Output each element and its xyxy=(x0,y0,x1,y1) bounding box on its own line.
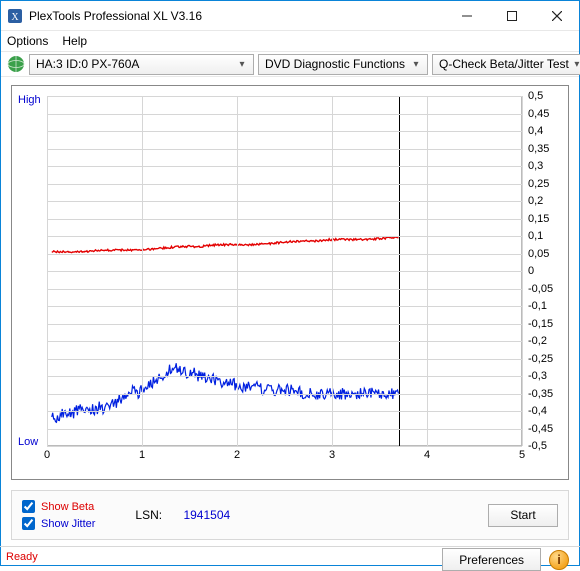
show-jitter-label: Show Jitter xyxy=(41,518,95,530)
chart: High Low 0,50,450,40,350,30,250,20,150,1… xyxy=(11,85,569,480)
y-tick-label: 0,45 xyxy=(528,108,562,120)
y-tick-label: 0,15 xyxy=(528,213,562,225)
y-tick-label: -0,45 xyxy=(528,423,562,435)
menu-help[interactable]: Help xyxy=(62,34,87,48)
lsn-label: LSN: xyxy=(135,508,162,522)
y-tick-label: 0,05 xyxy=(528,248,562,260)
titlebar: X PlexTools Professional XL V3.16 xyxy=(1,1,579,31)
device-combo[interactable]: HA:3 ID:0 PX-760A ▾ xyxy=(29,54,254,75)
x-tick-label: 0 xyxy=(44,449,50,461)
x-tick-label: 1 xyxy=(139,449,145,461)
y-axis-high-label: High xyxy=(18,94,41,106)
globe-icon xyxy=(7,55,25,73)
menubar: Options Help xyxy=(1,31,579,51)
show-beta-label: Show Beta xyxy=(41,501,94,513)
svg-text:X: X xyxy=(11,12,19,23)
options-panel: Show Beta Show Jitter LSN: 1941504 Start xyxy=(11,490,569,540)
close-button[interactable] xyxy=(534,1,579,31)
status-text: Ready xyxy=(6,551,38,563)
lsn-readout: LSN: 1941504 xyxy=(135,508,230,522)
function-combo[interactable]: DVD Diagnostic Functions ▾ xyxy=(258,54,428,75)
function-combo-text: DVD Diagnostic Functions xyxy=(265,57,408,71)
y-tick-label: -0,2 xyxy=(528,335,562,347)
menu-options[interactable]: Options xyxy=(7,34,48,48)
y-tick-label: 0,4 xyxy=(528,125,562,137)
minimize-button[interactable] xyxy=(444,1,489,31)
show-jitter-checkbox[interactable]: Show Jitter xyxy=(22,517,95,530)
workarea: High Low 0,50,450,40,350,30,250,20,150,1… xyxy=(1,77,579,571)
y-tick-label: 0,5 xyxy=(528,90,562,102)
y-tick-label: -0,5 xyxy=(528,440,562,452)
y-tick-label: 0,35 xyxy=(528,143,562,155)
show-jitter-input[interactable] xyxy=(22,517,35,530)
test-combo[interactable]: Q-Check Beta/Jitter Test ▾ xyxy=(432,54,580,75)
x-tick-label: 2 xyxy=(234,449,240,461)
y-tick-label: 0,25 xyxy=(528,178,562,190)
beta-series xyxy=(52,237,399,253)
y-tick-label: 0 xyxy=(528,265,562,277)
x-tick-label: 3 xyxy=(329,449,335,461)
show-beta-input[interactable] xyxy=(22,500,35,513)
y-tick-label: -0,05 xyxy=(528,283,562,295)
show-beta-checkbox[interactable]: Show Beta xyxy=(22,500,95,513)
plot-area: 0,50,450,40,350,30,250,20,150,10,050-0,0… xyxy=(47,96,522,446)
y-tick-label: -0,3 xyxy=(528,370,562,382)
app-icon: X xyxy=(7,8,23,24)
x-tick-label: 5 xyxy=(519,449,525,461)
maximize-button[interactable] xyxy=(489,1,534,31)
y-tick-label: -0,35 xyxy=(528,388,562,400)
statusbar: Ready xyxy=(0,546,580,566)
window-title: PlexTools Professional XL V3.16 xyxy=(29,9,202,23)
y-axis-low-label: Low xyxy=(18,436,38,448)
y-tick-label: -0,1 xyxy=(528,300,562,312)
device-combo-text: HA:3 ID:0 PX-760A xyxy=(36,57,234,71)
start-button[interactable]: Start xyxy=(488,504,558,527)
chevron-down-icon: ▾ xyxy=(234,59,250,70)
y-tick-label: 0,2 xyxy=(528,195,562,207)
x-tick-label: 4 xyxy=(424,449,430,461)
chevron-down-icon: ▾ xyxy=(569,59,580,70)
toolbar: HA:3 ID:0 PX-760A ▾ DVD Diagnostic Funct… xyxy=(1,51,579,77)
lsn-value: 1941504 xyxy=(183,508,230,522)
test-combo-text: Q-Check Beta/Jitter Test xyxy=(439,57,569,71)
y-tick-label: -0,25 xyxy=(528,353,562,365)
y-tick-label: 0,1 xyxy=(528,230,562,242)
chevron-down-icon: ▾ xyxy=(408,59,424,70)
y-tick-label: -0,4 xyxy=(528,405,562,417)
y-tick-label: 0,3 xyxy=(528,160,562,172)
y-tick-label: -0,15 xyxy=(528,318,562,330)
